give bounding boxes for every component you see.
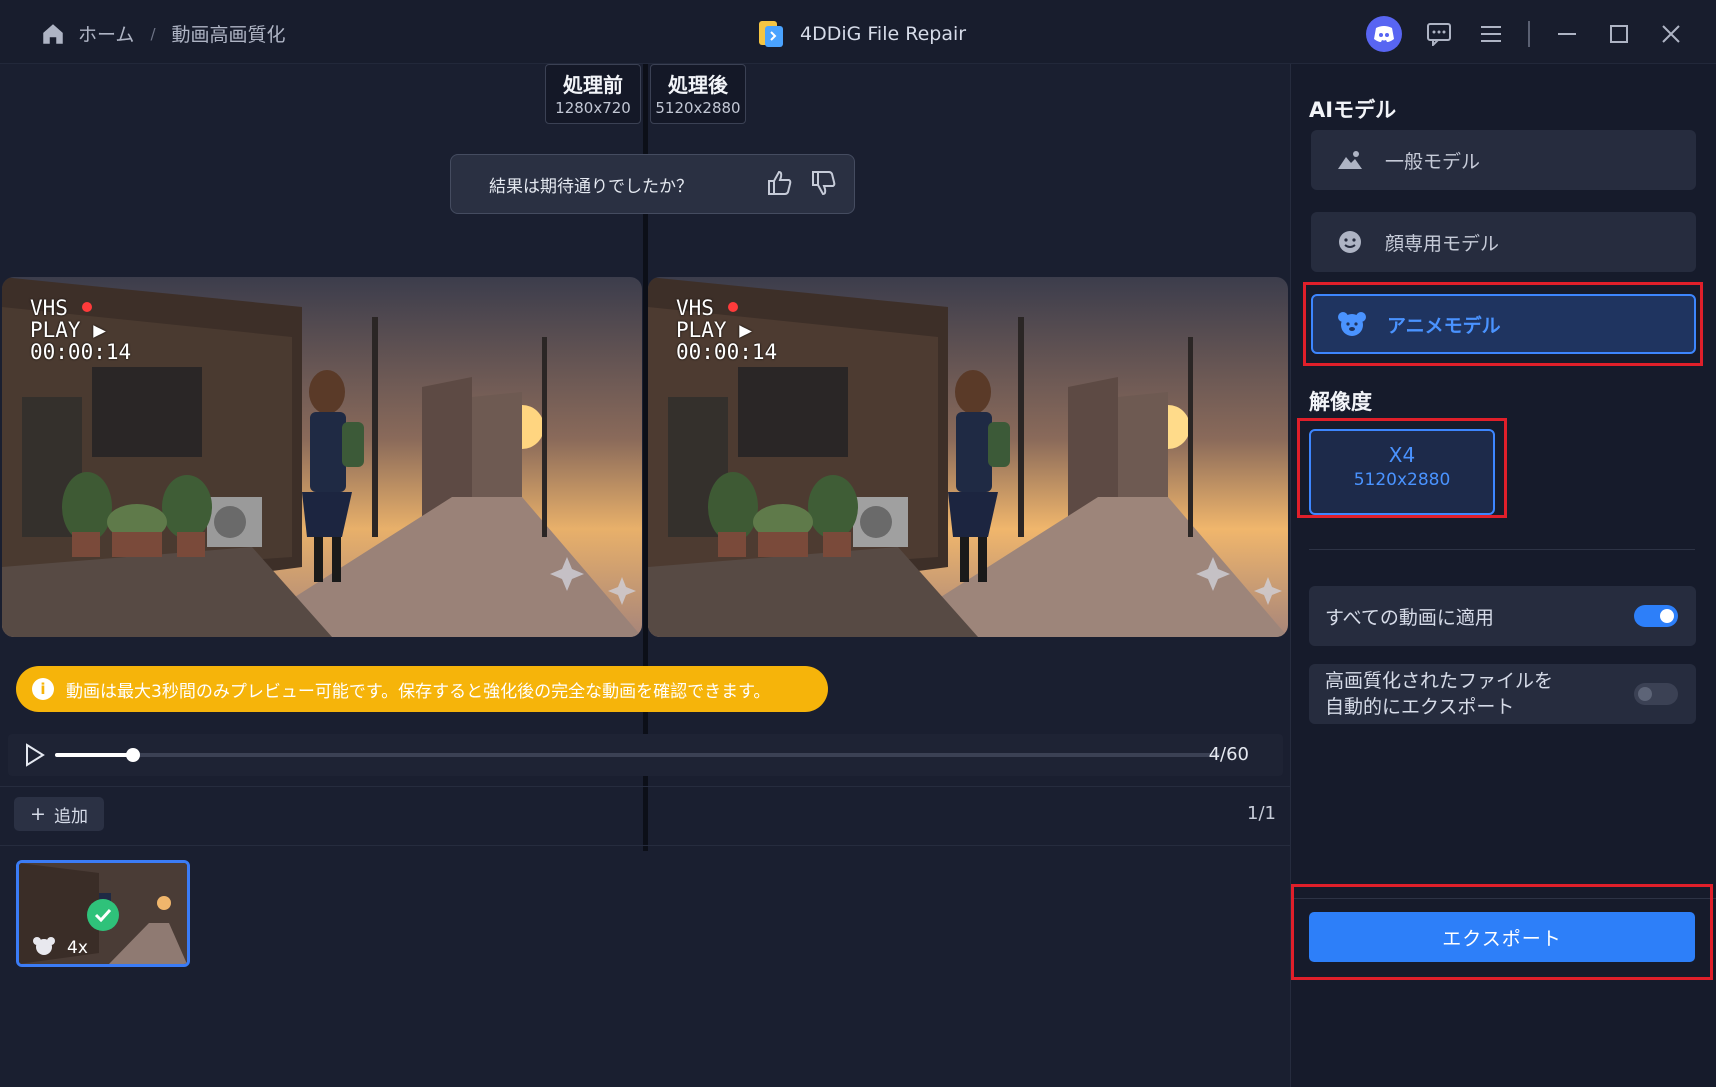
frame-counter: 4/60: [1208, 744, 1249, 765]
face-icon: [1335, 229, 1365, 255]
maximize-icon[interactable]: [1604, 19, 1634, 49]
highlight-anime-model: [1303, 282, 1703, 366]
before-video-frame: VHS PLAY ▶ 00:00:14: [2, 277, 642, 637]
after-label: 処理後: [668, 73, 728, 97]
after-resolution: 5120x2880: [655, 99, 741, 117]
bear-icon: [33, 937, 55, 955]
close-icon[interactable]: [1656, 19, 1686, 49]
timecode: 00:00:14: [30, 340, 132, 364]
after-video-frame: VHS PLAY ▶ 00:00:14: [648, 277, 1288, 637]
before-resolution: 1280x720: [555, 99, 631, 117]
notice-text: 動画は最大3秒間のみプレビュー可能です。保存すると強化後の完全な動画を確認できま…: [66, 681, 771, 702]
before-label: 処理前: [563, 73, 623, 97]
after-badge: 処理後 5120x2880: [650, 64, 746, 124]
add-file-label: 追加: [53, 806, 88, 827]
app-title-text: 4DDiG File Repair: [800, 23, 967, 45]
model-face-label: 顔専用モデル: [1385, 232, 1500, 255]
preview-area: 処理前 1280x720 処理後 5120x2880 結果は期待通りでしたか？: [0, 64, 1290, 1087]
settings-sidebar: AIモデル 一般モデル 顔専用モデル アニメモデル 解像度 X4 5120x28…: [1290, 64, 1716, 1087]
apply-all-option: すべての動画に適用: [1309, 586, 1696, 646]
play-icon[interactable]: [24, 743, 46, 767]
record-dot-icon: [727, 302, 738, 312]
divider-line: [0, 786, 1290, 787]
highlight-resolution: [1297, 418, 1507, 518]
highlight-export: [1291, 884, 1713, 980]
feedback-question: 結果は期待通りでしたか？: [489, 176, 693, 197]
discord-icon[interactable]: [1366, 16, 1402, 52]
video-thumbnail[interactable]: 4x: [16, 860, 190, 967]
play-label-after: PLAY: [676, 318, 727, 342]
divider-line: [1309, 549, 1695, 550]
vhs-label-after: VHS: [676, 296, 714, 320]
model-general-label: 一般モデル: [1385, 150, 1481, 173]
divider-line: [0, 845, 1290, 846]
breadcrumb-home[interactable]: ホーム: [78, 20, 134, 47]
thumbs-down-icon[interactable]: [810, 169, 838, 197]
breadcrumb: ホーム / 動画高画質化: [40, 20, 286, 47]
feedback-chat-icon[interactable]: [1424, 19, 1454, 49]
seek-handle[interactable]: [125, 748, 140, 762]
thumbnail-scale: 4x: [67, 938, 88, 958]
record-dot-icon: [81, 302, 92, 312]
play-label: PLAY: [30, 318, 81, 342]
breadcrumb-current: 動画高画質化: [171, 24, 286, 46]
ai-model-title: AIモデル: [1309, 98, 1397, 122]
auto-export-toggle[interactable]: [1634, 683, 1678, 705]
apply-all-label: すべての動画に適用: [1325, 606, 1494, 629]
preview-limit-notice: i 動画は最大3秒間のみプレビュー可能です。保存すると強化後の完全な動画を確認で…: [16, 666, 828, 712]
seek-track[interactable]: [55, 748, 1220, 762]
model-face[interactable]: 顔専用モデル: [1311, 212, 1696, 272]
thumbs-up-icon[interactable]: [766, 169, 794, 197]
add-file-button[interactable]: + 追加: [14, 797, 104, 831]
home-icon[interactable]: [40, 21, 66, 47]
seek-progress: [55, 753, 133, 757]
play-triangle-icon: ▶: [739, 318, 752, 342]
landscape-icon: [1335, 149, 1365, 171]
play-triangle-icon: ▶: [93, 318, 106, 342]
breadcrumb-separator: /: [150, 24, 156, 43]
before-badge: 処理前 1280x720: [545, 64, 641, 124]
app-title: 4DDiG File Repair: [756, 19, 966, 49]
title-bar: ホーム / 動画高画質化 4DDiG File Repair: [0, 0, 1716, 64]
vhs-overlay-after: VHS PLAY ▶ 00:00:14: [676, 297, 777, 363]
plus-icon: +: [30, 803, 46, 825]
vhs-label: VHS: [30, 296, 68, 320]
timecode-after: 00:00:14: [676, 340, 778, 364]
menu-icon[interactable]: [1476, 19, 1506, 49]
info-icon: i: [32, 678, 54, 700]
auto-export-option: 高画質化されたファイルを 自動的にエクスポート: [1309, 664, 1696, 724]
model-general[interactable]: 一般モデル: [1311, 130, 1696, 190]
playback-bar: 4/60: [8, 734, 1283, 776]
check-icon: [87, 899, 119, 931]
resolution-title: 解像度: [1309, 390, 1372, 414]
control-separator: [1528, 21, 1530, 47]
apply-all-toggle[interactable]: [1634, 605, 1678, 627]
vhs-overlay: VHS PLAY ▶ 00:00:14: [30, 297, 131, 363]
feedback-prompt: 結果は期待通りでしたか？: [450, 154, 855, 214]
window-controls: [1366, 16, 1686, 52]
minimize-icon[interactable]: [1552, 19, 1582, 49]
app-logo-icon: [759, 21, 783, 47]
file-page-count: 1/1: [1247, 803, 1276, 824]
